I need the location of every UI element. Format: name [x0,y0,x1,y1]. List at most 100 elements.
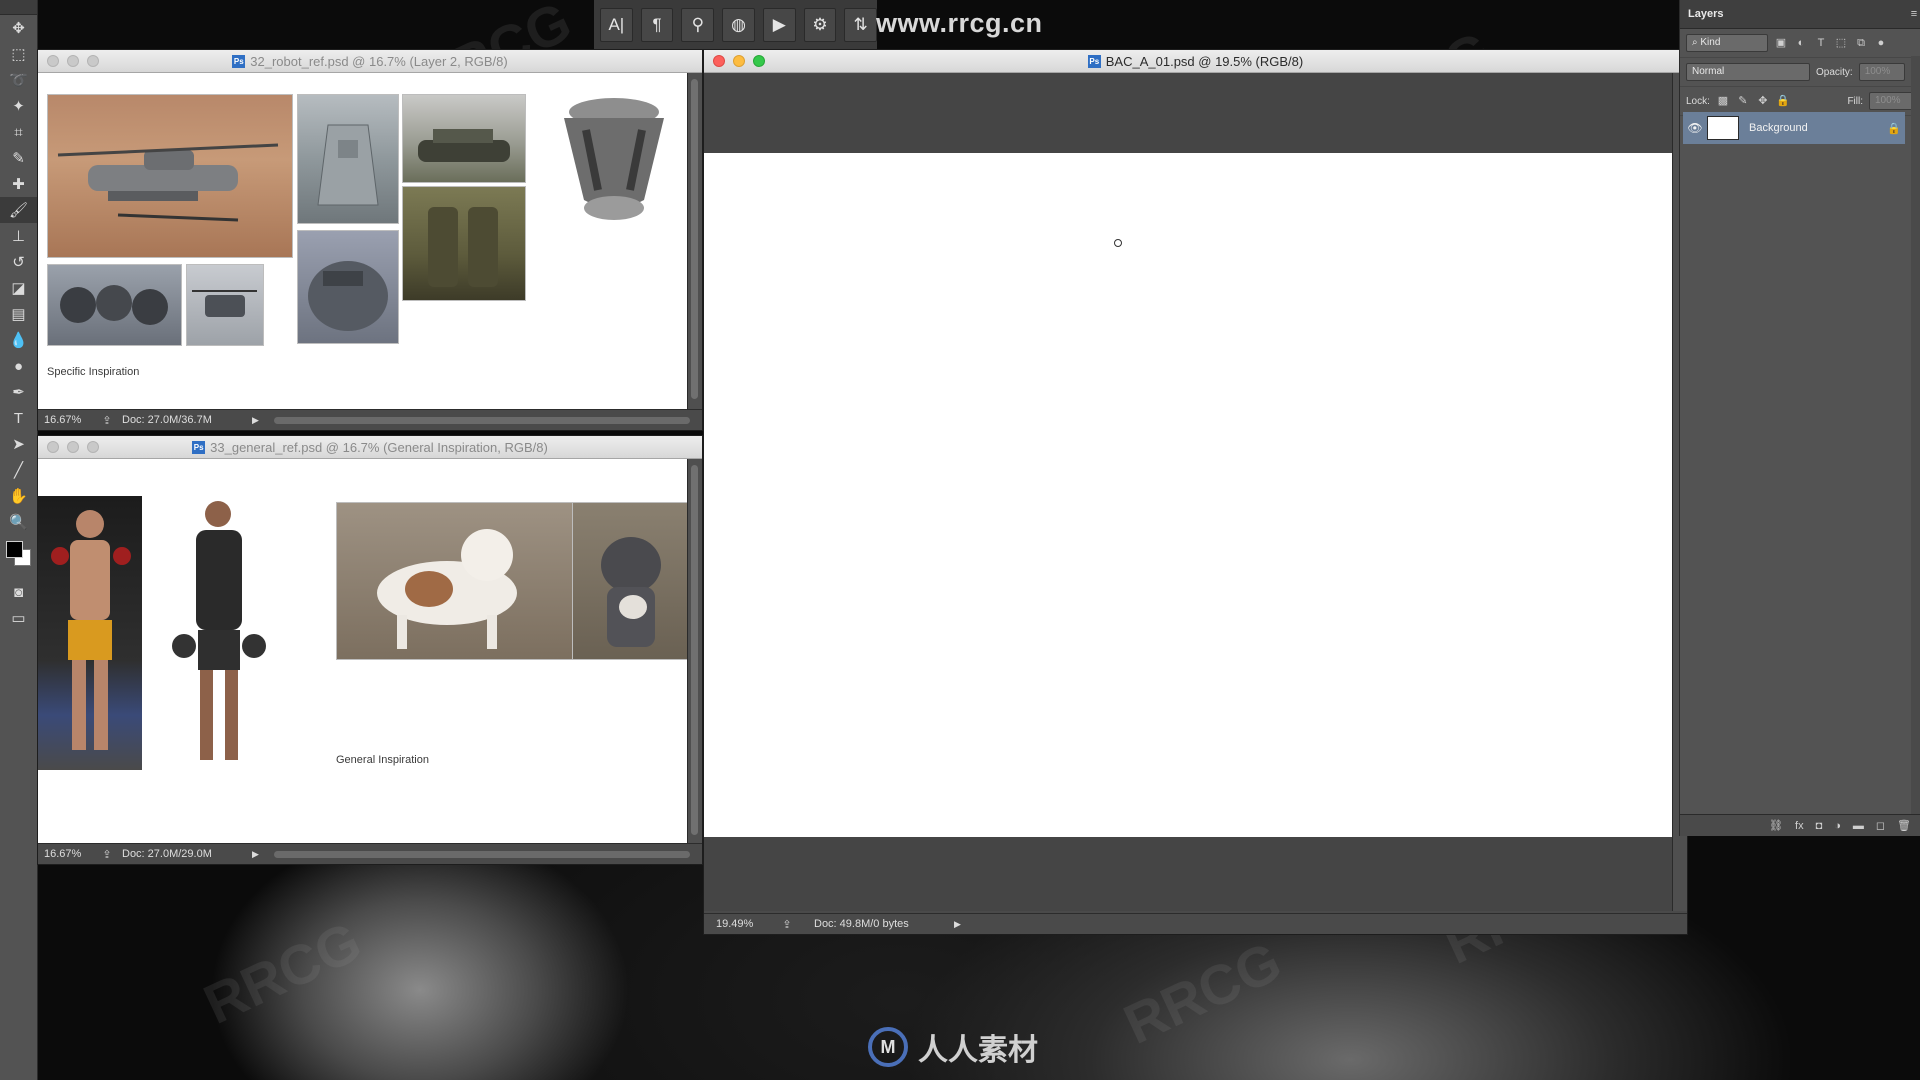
foreground-color-swatch[interactable] [6,541,23,558]
crop-tool-icon[interactable]: ⌗ [0,119,37,145]
vertical-scrollbar[interactable] [687,73,702,409]
minimize-button[interactable] [733,55,745,67]
close-button[interactable] [47,441,59,453]
kind-filter-select[interactable]: ⌕ Kind [1686,34,1768,52]
doc-titlebar[interactable]: Ps 32_robot_ref.psd @ 16.7% (Layer 2, RG… [38,50,702,73]
zoom-level[interactable]: 16.67% [38,848,92,860]
layers-panel: Layers ≡ ⌕ Kind ▣ ◐ T ⬚ ⧉ ● Normal Opaci… [1679,0,1920,836]
minimize-button[interactable] [67,55,79,67]
lock-all-icon[interactable]: 🔒 [1776,94,1790,108]
quick-mask-icon[interactable]: ◙ [0,579,37,605]
vertical-scrollbar[interactable] [687,459,702,843]
layer-row-background[interactable]: 👁 Background 🔒 [1683,112,1905,144]
share-icon[interactable]: ⇪ [92,414,122,427]
eraser-tool-icon[interactable]: ◪ [0,275,37,301]
filter-type-icon[interactable]: T [1814,36,1828,50]
lock-transparent-icon[interactable]: ▩ [1716,94,1730,108]
status-menu-arrow-icon[interactable]: ▶ [252,415,274,426]
delete-layer-icon[interactable]: 🗑 [1897,819,1911,832]
marquee-tool-icon[interactable]: ⬚ [0,41,37,67]
dodge-tool-icon[interactable]: ● [0,353,37,379]
new-adjustment-layer-icon[interactable]: ◑ [1834,820,1841,832]
path-selection-tool-icon[interactable]: ➤ [0,431,37,457]
horizontal-scrollbar[interactable] [274,850,690,858]
link-layers-icon[interactable]: ⛓ [1769,819,1783,832]
color-swatches[interactable] [0,535,37,579]
filter-smart-object-icon[interactable]: ⧉ [1854,36,1868,50]
ref-image-mech-joint [534,90,694,230]
lock-position-icon[interactable]: ✥ [1756,94,1770,108]
brush-presets-icon[interactable]: ⚲ [681,8,715,42]
brush-cursor [1114,239,1122,247]
status-menu-arrow-icon[interactable]: ▶ [954,919,976,930]
layer-lock-icon[interactable]: 🔒 [1883,122,1905,135]
hand-tool-icon[interactable]: ✋ [0,483,37,509]
move-tool-icon[interactable]: ✥ [0,15,37,41]
add-mask-icon[interactable]: ◘ [1816,820,1823,832]
layers-scrollbar[interactable] [1911,56,1920,814]
brush-settings-icon[interactable]: ⇅ [844,8,878,42]
zoom-tool-icon[interactable]: 🔍 [0,509,37,535]
canvas[interactable] [704,153,1673,837]
type-tool-icon[interactable]: T [0,405,37,431]
blend-mode-select[interactable]: Normal [1686,63,1810,81]
filter-pixel-icon[interactable]: ▣ [1774,36,1788,50]
psd-file-icon: Ps [192,440,206,454]
canvas-pasteboard[interactable] [704,73,1673,911]
doc-titlebar[interactable]: Ps 33_general_ref.psd @ 16.7% (General I… [38,436,702,459]
new-group-icon[interactable]: ▬ [1853,820,1864,832]
magic-wand-tool-icon[interactable]: ✦ [0,93,37,119]
filter-shape-icon[interactable]: ⬚ [1834,36,1848,50]
clone-stamp-tool-icon[interactable]: ⊥ [0,223,37,249]
doc-window-general-ref[interactable]: Ps 33_general_ref.psd @ 16.7% (General I… [38,436,702,864]
healing-brush-tool-icon[interactable]: ✚ [0,171,37,197]
line-tool-icon[interactable]: ╱ [0,457,37,483]
opacity-input[interactable]: 100% [1858,63,1905,81]
tools-bar-grip[interactable] [0,0,37,15]
doc-size-info: Doc: 49.8M/0 bytes [814,918,909,930]
blur-tool-icon[interactable]: 💧 [0,327,37,353]
filter-toggle-icon[interactable]: ● [1874,36,1888,50]
doc-window-robot-ref[interactable]: Ps 32_robot_ref.psd @ 16.7% (Layer 2, RG… [38,50,702,430]
doc-caption: General Inspiration [336,754,429,766]
paragraph-panel-icon[interactable]: ¶ [640,8,674,42]
screen-mode-icon[interactable]: ▭ [0,605,37,631]
doc-titlebar[interactable]: Ps BAC_A_01.psd @ 19.5% (RGB/8) [704,50,1687,73]
minimize-button[interactable] [67,441,79,453]
lasso-tool-icon[interactable]: ➰ [0,67,37,93]
character-panel-icon[interactable]: A| [600,8,633,42]
layer-name[interactable]: Background [1749,122,1883,134]
history-brush-tool-icon[interactable]: ↺ [0,249,37,275]
zoom-button[interactable] [87,441,99,453]
clone-source-icon[interactable]: ◍ [722,8,755,42]
doc-title: 33_general_ref.psd @ 16.7% (General Insp… [210,439,548,455]
filter-adjustment-icon[interactable]: ◐ [1794,36,1808,50]
status-menu-arrow-icon[interactable]: ▶ [252,849,274,860]
zoom-level[interactable]: 19.49% [704,918,772,930]
tool-presets-icon[interactable]: ⚙ [803,8,837,42]
fill-input[interactable]: 100% [1869,92,1915,110]
eyedropper-tool-icon[interactable]: ✎ [0,145,37,171]
layer-thumbnail [1707,116,1739,140]
doc-window-main[interactable]: Ps BAC_A_01.psd @ 19.5% (RGB/8) 19.49% ⇪… [704,50,1687,934]
new-layer-icon[interactable]: ◻ [1876,819,1885,832]
panel-menu-icon[interactable]: ≡ [1907,7,1920,21]
share-icon[interactable]: ⇪ [772,918,802,931]
zoom-button[interactable] [753,55,765,67]
ref-image-gatling-guns [47,264,182,346]
close-button[interactable] [47,55,59,67]
zoom-level[interactable]: 16.67% [38,414,92,426]
close-button[interactable] [713,55,725,67]
actions-play-icon[interactable]: ▶ [762,8,796,42]
visibility-eye-icon[interactable]: 👁 [1683,121,1707,135]
layer-style-icon[interactable]: fx [1795,820,1804,832]
gradient-tool-icon[interactable]: ▤ [0,301,37,327]
horizontal-scrollbar[interactable] [274,416,690,424]
brush-tool-icon[interactable]: 🖌 [0,197,37,223]
lock-image-icon[interactable]: ✎ [1736,94,1750,108]
zoom-button[interactable] [87,55,99,67]
pen-tool-icon[interactable]: ✒ [0,379,37,405]
tools-list: ✥ ⬚ ➰ ✦ ⌗ ✎ ✚ 🖌 ⊥ ↺ ◪ ▤ 💧 ● ✒ T ➤ ╱ ✋ 🔍 [0,15,37,535]
share-icon[interactable]: ⇪ [92,848,122,861]
layers-tab[interactable]: Layers [1680,8,1731,20]
